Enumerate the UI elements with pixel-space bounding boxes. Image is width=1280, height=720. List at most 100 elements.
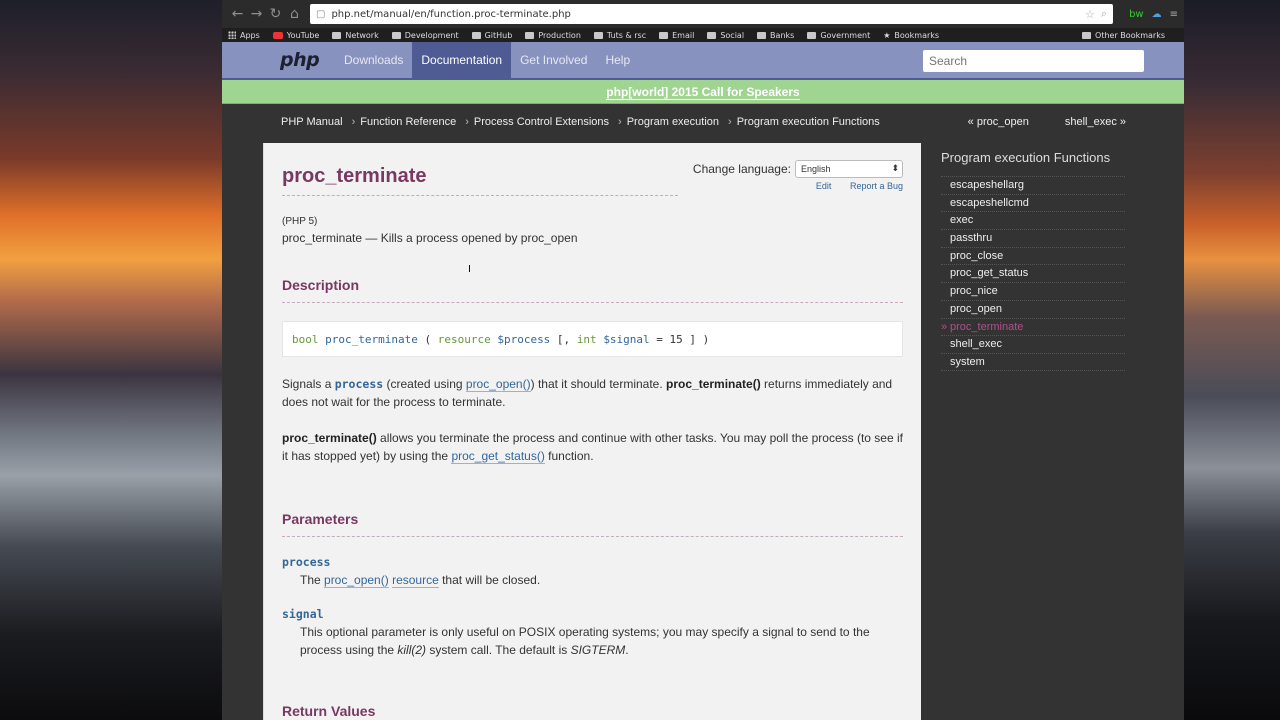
next-link[interactable]: shell_exec » — [1065, 116, 1126, 128]
synopsis-default: = 15 — [649, 333, 683, 346]
breadcrumb-item[interactable]: Program execution — [627, 116, 719, 128]
process-term: process — [334, 377, 384, 391]
resource-link[interactable]: resource — [392, 573, 439, 588]
sidebar-item[interactable]: escapeshellarg — [941, 176, 1125, 194]
function-name-bold: proc_terminate() — [282, 431, 377, 445]
browser-window: ← → ↻ ⌂ ▢ php.net/manual/en/function.pro… — [222, 0, 1184, 720]
folder-icon — [391, 31, 401, 39]
php-version: (PHP 5) — [282, 216, 318, 227]
top-navigation: Downloads Documentation Get Involved Hel… — [335, 42, 639, 80]
breadcrumb-item[interactable]: Program execution Functions — [737, 116, 880, 128]
language-selected: English — [801, 164, 831, 174]
folder-icon — [471, 31, 481, 39]
synopsis-close: ] ) — [682, 333, 710, 346]
site-header: php Downloads Documentation Get Involved… — [222, 42, 1184, 80]
breadcrumb-separator: › — [465, 116, 469, 128]
method-synopsis: bool proc_terminate ( resource $process … — [282, 321, 903, 357]
breadcrumb-separator: › — [351, 116, 356, 128]
folder-icon — [332, 31, 342, 39]
folder-icon — [1082, 31, 1092, 39]
forward-icon[interactable]: → — [247, 6, 266, 22]
bookmarks-bar: Apps YouTube Network Development GitHub … — [222, 28, 1184, 42]
nav-downloads[interactable]: Downloads — [335, 42, 412, 80]
bookmarks-star-icon: ★ — [883, 30, 891, 40]
parameters-heading: Parameters — [282, 511, 903, 537]
sidebar-item[interactable]: passthru — [941, 229, 1125, 247]
parameter-name: signal — [282, 607, 324, 621]
proc-open-link[interactable]: proc_open() — [324, 573, 389, 588]
synopsis-optional: [, — [550, 333, 577, 346]
breadcrumb-item[interactable]: Function Reference — [360, 116, 456, 128]
bookmark-folder[interactable]: Development — [391, 31, 459, 40]
language-select[interactable]: English — [795, 160, 903, 178]
proc-open-link[interactable]: proc_open() — [465, 377, 531, 392]
sidebar-item[interactable]: exec — [941, 211, 1125, 229]
php-logo[interactable]: php — [280, 49, 320, 71]
function-name-bold: proc_terminate() — [666, 377, 761, 391]
bookmark-youtube[interactable]: YouTube — [272, 31, 319, 40]
bookmark-folder[interactable]: Email — [659, 31, 694, 40]
cloud-icon[interactable]: ☁ — [1152, 9, 1162, 20]
browser-toolbar: ← → ↻ ⌂ ▢ php.net/manual/en/function.pro… — [222, 0, 1184, 28]
nav-get-involved[interactable]: Get Involved — [511, 42, 596, 80]
sidebar-item[interactable]: escapeshellcmd — [941, 193, 1125, 212]
text-cursor-icon: I — [468, 264, 471, 275]
bookmark-apps[interactable]: Apps — [228, 31, 260, 40]
parameter-name: process — [282, 555, 331, 569]
breadcrumb-item[interactable]: Process Control Extensions — [474, 116, 609, 128]
page-title: proc_terminate — [282, 143, 678, 196]
bookmark-folder[interactable]: Banks — [757, 31, 794, 40]
menu-icon[interactable]: ≡ — [1170, 9, 1178, 20]
bookmark-folder[interactable]: Tuts & rsc — [593, 31, 646, 40]
synopsis-arg-var[interactable]: $process — [497, 333, 550, 346]
page-info-icon: ▢ — [316, 8, 326, 20]
synopsis-arg-type[interactable]: int — [577, 333, 597, 346]
sidebar-item[interactable]: proc_nice — [941, 282, 1125, 300]
bookmark-folder[interactable]: Government — [807, 31, 870, 40]
sidebar-item[interactable]: system — [941, 352, 1125, 371]
bookmark-folder[interactable]: Production — [525, 31, 581, 40]
bookmark-folder[interactable]: Network — [332, 31, 379, 40]
synopsis-arg-type[interactable]: resource — [438, 333, 491, 346]
change-language: Change language: English — [693, 160, 903, 178]
sidebar-title: Program execution Functions — [941, 150, 1111, 165]
description-paragraph: proc_terminate() allows you terminate th… — [282, 431, 903, 464]
banner-link[interactable]: php[world] 2015 Call for Speakers — [606, 85, 800, 100]
sidebar-item[interactable]: proc_open — [941, 299, 1125, 318]
folder-icon — [807, 31, 817, 39]
sidebar-list: escapeshellarg escapeshellcmd exec passt… — [941, 176, 1125, 371]
other-bookmarks[interactable]: Other Bookmarks — [1082, 31, 1165, 40]
main-content: proc_terminate Change language: English … — [263, 143, 921, 720]
change-language-label: Change language: — [692, 162, 791, 176]
extension-icon[interactable]: bw — [1129, 9, 1144, 20]
search-icon: ⌕ — [1100, 7, 1108, 20]
prev-link[interactable]: « proc_open — [968, 116, 1029, 128]
synopsis-paren: ( — [417, 333, 438, 346]
bookmark-folder[interactable]: GitHub — [471, 31, 512, 40]
proc-get-status-link[interactable]: proc_get_status() — [451, 449, 545, 464]
sidebar-item[interactable]: shell_exec — [941, 335, 1125, 353]
sidebar-item-current[interactable]: proc_terminate — [941, 317, 1125, 335]
sidebar-item[interactable]: proc_close — [941, 246, 1125, 265]
breadcrumb-item[interactable]: PHP Manual — [281, 116, 343, 128]
bookmark-bookmarks[interactable]: ★ Bookmarks — [883, 31, 939, 40]
nav-help[interactable]: Help — [596, 42, 639, 80]
sidebar-item[interactable]: proc_get_status — [941, 264, 1125, 282]
home-icon[interactable]: ⌂ — [285, 6, 304, 22]
edit-link[interactable]: Edit — [816, 181, 832, 191]
bookmark-folder[interactable]: Social — [707, 31, 744, 40]
parameter-description: The proc_open() resource that will be cl… — [300, 573, 541, 588]
bookmark-star-icon[interactable]: ☆ — [1085, 8, 1095, 21]
sidebar: Program execution Functions escapeshella… — [941, 150, 1125, 371]
synopsis-arg-var[interactable]: $signal — [603, 333, 649, 346]
folder-icon — [525, 31, 535, 39]
nav-documentation[interactable]: Documentation — [412, 42, 512, 80]
reload-icon[interactable]: ↻ — [266, 6, 285, 22]
folder-icon — [659, 31, 669, 39]
back-icon[interactable]: ← — [228, 6, 247, 22]
search-input[interactable] — [923, 50, 1144, 72]
address-bar[interactable]: ▢ php.net/manual/en/function.proc-termin… — [310, 4, 1114, 24]
ref-purpose: proc_terminate — Kills a process opened … — [282, 231, 578, 245]
parameter-list: process The proc_open() resource that wi… — [282, 555, 903, 659]
report-bug-link[interactable]: Report a Bug — [850, 181, 903, 191]
